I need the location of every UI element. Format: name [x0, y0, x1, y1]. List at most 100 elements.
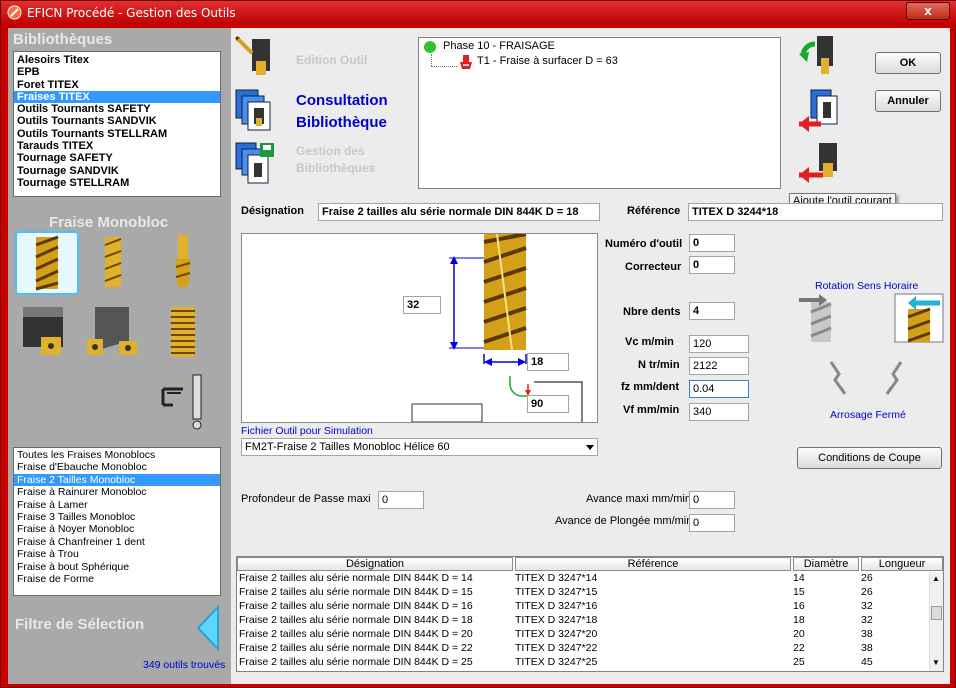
table-row[interactable]: Fraise 2 tailles alu série normale DIN 8… [237, 642, 930, 654]
tool-number-field[interactable]: 0 [689, 234, 735, 252]
list-item[interactable]: Foret TITEX [14, 79, 220, 91]
table-row[interactable]: Fraise 2 tailles alu série normale DIN 8… [237, 656, 930, 668]
list-item[interactable]: Fraise à Rainurer Monobloc [14, 486, 220, 498]
thumb-fraise-ebauche[interactable] [83, 231, 147, 295]
corrector-field[interactable]: 0 [689, 256, 735, 274]
list-item[interactable]: Outils Tournants SANDVIK [14, 115, 220, 127]
coolant-icon[interactable] [821, 358, 911, 398]
list-item[interactable]: Fraise à Chanfreiner 1 dent [14, 536, 220, 548]
teeth-field[interactable]: 4 [689, 302, 735, 320]
col-reference[interactable]: Référence [515, 557, 791, 571]
chevron-down-icon[interactable] [586, 445, 594, 450]
list-item[interactable]: Fraise à bout Sphérique [14, 561, 220, 573]
coolant-label: Arrosage Fermé [830, 409, 906, 421]
phase-status-icon [424, 41, 436, 53]
tools-table[interactable]: Désignation Référence Diamètre Longueur … [236, 556, 944, 672]
ok-button[interactable]: OK [875, 52, 941, 74]
subtypes-list[interactable]: Toutes les Fraises Monoblocs Fraise d'Eba… [13, 447, 221, 596]
vc-field[interactable]: 120 [689, 335, 749, 353]
refresh-tool-icon[interactable] [797, 34, 845, 78]
tree-tool[interactable]: T1 - Fraise à surfacer D = 63 [477, 55, 618, 67]
chevron-left-icon[interactable] [194, 604, 222, 652]
depth-field[interactable]: 0 [378, 491, 424, 509]
thumb-fraise-noyer[interactable] [153, 301, 217, 365]
list-item[interactable]: Fraise à Noyer Monobloc [14, 523, 220, 535]
manage-library-icon[interactable] [234, 141, 276, 187]
thumb-fraise-2-tailles[interactable] [15, 231, 79, 295]
title-bar: EFICN Procédé - Gestion des Outils x [1, 1, 956, 25]
tree-phase[interactable]: Phase 10 - FRAISAGE [443, 40, 555, 52]
table-cell: 25 [793, 656, 805, 668]
n-field[interactable]: 2122 [689, 357, 749, 375]
cutting-conditions-button[interactable]: Conditions de Coupe [797, 447, 942, 469]
list-item[interactable]: Tournage STELLRAM [14, 177, 220, 189]
mode-consult-line2[interactable]: Bibliothèque [296, 114, 387, 131]
list-item[interactable]: Fraise à Trou [14, 548, 220, 560]
table-row[interactable]: Fraise 2 tailles alu série normale DIN 8… [237, 600, 930, 612]
list-item[interactable]: Tournage SAFETY [14, 152, 220, 164]
table-row[interactable]: Fraise 2 tailles alu série normale DIN 8… [237, 572, 930, 584]
edit-tool-icon[interactable] [234, 35, 276, 79]
consult-library-icon[interactable] [234, 88, 276, 132]
thumb-fraise-3-tailles[interactable] [83, 301, 147, 365]
col-length[interactable]: Longueur [861, 557, 943, 571]
thumb-fraise-rainurer[interactable] [153, 231, 217, 295]
table-cell: 32 [861, 600, 873, 612]
feed-max-field[interactable]: 0 [689, 491, 735, 509]
list-item[interactable]: Fraise de Forme [14, 573, 220, 585]
table-scrollbar[interactable]: ▲ ▼ [929, 572, 943, 671]
sim-label: Fichier Outil pour Simulation [241, 425, 373, 437]
table-cell: 22 [793, 642, 805, 654]
list-item[interactable]: Fraise à Lamer [14, 499, 220, 511]
mode-edit[interactable]: Edition Outil [296, 53, 367, 67]
scroll-thumb[interactable] [931, 606, 942, 620]
col-diameter[interactable]: Diamètre [793, 557, 859, 571]
list-item[interactable]: Fraises TITEX [14, 90, 220, 104]
thumb-fraise-lamer[interactable] [15, 301, 79, 365]
list-item[interactable]: Outils Tournants SAFETY [14, 103, 220, 115]
main-pane: Edition Outil Consultation Bibliothèque … [231, 28, 950, 684]
mode-consult-line1[interactable]: Consultation [296, 92, 388, 109]
length-value[interactable]: 32 [403, 296, 441, 314]
family-title: Fraise Monobloc [49, 214, 169, 231]
list-item[interactable]: Alesoirs Titex [14, 54, 220, 66]
rotation-ccw-icon[interactable] [793, 292, 839, 342]
scroll-down-icon[interactable]: ▼ [932, 658, 940, 667]
list-item[interactable]: Fraise 3 Tailles Monobloc [14, 511, 220, 523]
cancel-button[interactable]: Annuler [875, 90, 941, 112]
plunge-field[interactable]: 0 [689, 514, 735, 532]
reference-field[interactable]: TITEX D 3244*18 [688, 203, 943, 221]
diameter-value[interactable]: 18 [527, 353, 569, 371]
col-designation[interactable]: Désignation [237, 557, 513, 571]
mode-manage-line1[interactable]: Gestion des [296, 144, 365, 158]
designation-field[interactable]: Fraise 2 tailles alu série normale DIN 8… [318, 203, 600, 221]
list-item[interactable]: Fraise 2 Tailles Monobloc [14, 473, 220, 487]
add-current-tool-icon[interactable] [797, 141, 845, 185]
mode-manage-line2[interactable]: Bibliothèques [296, 161, 375, 175]
list-item[interactable]: Toutes les Fraises Monoblocs [14, 449, 220, 461]
vf-field[interactable]: 340 [689, 403, 749, 421]
table-row[interactable]: Fraise 2 tailles alu série normale DIN 8… [237, 614, 930, 626]
list-item[interactable]: Fraise d'Ebauche Monobloc [14, 461, 220, 473]
client-area: Bibliothèques Alesoirs Titex EPB Foret TIT… [8, 28, 950, 684]
caliper-icon[interactable] [153, 371, 217, 435]
remove-tool-icon[interactable] [797, 88, 845, 136]
table-row[interactable]: Fraise 2 tailles alu série normale DIN 8… [237, 628, 930, 640]
angle-value[interactable]: 90 [527, 395, 569, 413]
fz-field[interactable]: 0.04 [689, 380, 749, 398]
libraries-list[interactable]: Alesoirs Titex EPB Foret TITEX Fraises TITE… [13, 51, 221, 197]
table-row[interactable]: Fraise 2 tailles alu série normale DIN 8… [237, 586, 930, 598]
table-cell: Fraise 2 tailles alu série normale DIN 8… [239, 586, 473, 598]
table-cell: TITEX D 3247*20 [515, 628, 598, 640]
close-button[interactable]: x [906, 2, 950, 20]
sim-file-select[interactable]: FM2T-Fraise 2 Tailles Monobloc Hélice 60 [241, 438, 598, 456]
list-item[interactable]: EPB [14, 66, 220, 78]
list-item[interactable]: Outils Tournants STELLRAM [14, 128, 220, 140]
list-item[interactable]: Tarauds TITEX [14, 140, 220, 152]
tool-count: 349 outils trouvés [143, 659, 226, 671]
rotation-cw-icon[interactable] [894, 293, 944, 343]
list-item[interactable]: Tournage SANDVIK [14, 165, 220, 177]
phase-tree[interactable]: Phase 10 - FRAISAGE T1 - Fraise à surfac… [418, 37, 781, 189]
scroll-up-icon[interactable]: ▲ [932, 574, 940, 583]
tool-drawing [411, 232, 583, 423]
